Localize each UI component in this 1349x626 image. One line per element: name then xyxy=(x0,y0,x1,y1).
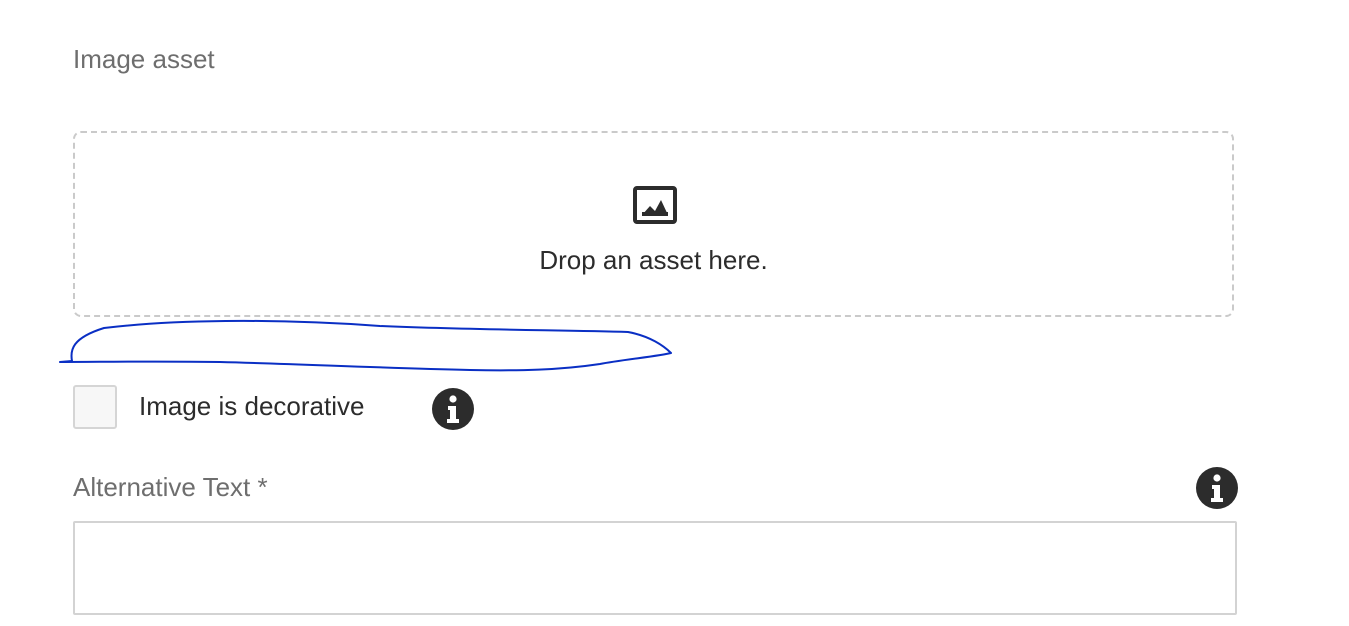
alternative-text-label: Alternative Text * xyxy=(73,472,268,502)
info-icon[interactable] xyxy=(432,388,474,430)
info-icon[interactable] xyxy=(1196,467,1238,509)
image-asset-label: Image asset xyxy=(73,44,215,74)
decorative-checkbox[interactable] xyxy=(73,385,117,429)
image-icon xyxy=(633,186,677,224)
asset-dropzone[interactable]: Drop an asset here. xyxy=(73,131,1234,317)
decorative-checkbox-label[interactable]: Image is decorative xyxy=(139,391,364,422)
alternative-text-input[interactable] xyxy=(73,521,1237,615)
dropzone-text: Drop an asset here. xyxy=(539,245,768,275)
